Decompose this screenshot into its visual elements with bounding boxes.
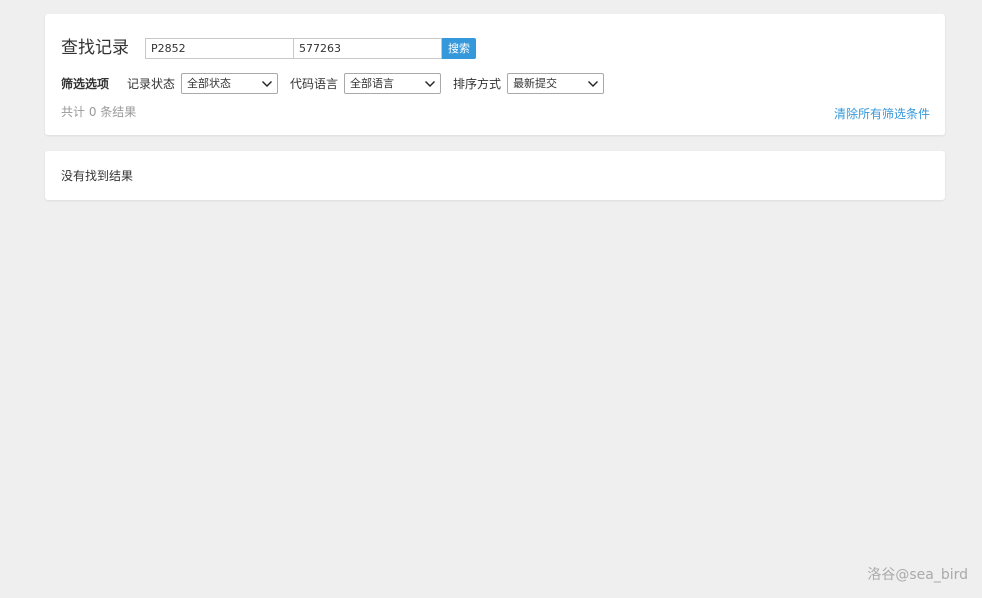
status-filter-label: 记录状态	[127, 77, 176, 91]
watermark: 洛谷@sea_bird	[867, 567, 968, 583]
user-search-input[interactable]	[294, 37, 442, 59]
status-select[interactable]: 全部状态	[181, 73, 279, 94]
sort-select[interactable]: 最新提交	[507, 73, 605, 94]
search-panel: 查找记录 搜索 筛选选项 记录状态 全部状态 代码语言 全部语言 排序方式 最新…	[45, 14, 945, 135]
sort-select-value: 最新提交	[513, 77, 558, 90]
page-title: 查找记录	[61, 38, 129, 58]
search-row: 查找记录 搜索	[61, 37, 476, 59]
language-select[interactable]: 全部语言	[344, 73, 442, 94]
language-filter-label: 代码语言	[290, 77, 339, 91]
sort-filter-label: 排序方式	[453, 77, 502, 91]
filter-title: 筛选选项	[61, 77, 110, 91]
chevron-down-icon	[425, 81, 436, 87]
result-count: 共计 0 条结果	[61, 105, 137, 119]
clear-filters-link[interactable]: 清除所有筛选条件	[834, 105, 930, 122]
status-select-value: 全部状态	[187, 77, 232, 90]
filter-row: 筛选选项 记录状态 全部状态 代码语言 全部语言 排序方式 最新提交	[61, 73, 616, 94]
search-button[interactable]: 搜索	[442, 37, 476, 59]
chevron-down-icon	[588, 81, 599, 87]
empty-results-message: 没有找到结果	[61, 169, 134, 183]
problem-search-input[interactable]	[145, 37, 294, 59]
language-select-value: 全部语言	[350, 77, 395, 90]
chevron-down-icon	[262, 81, 273, 87]
results-panel: 没有找到结果	[45, 151, 945, 200]
